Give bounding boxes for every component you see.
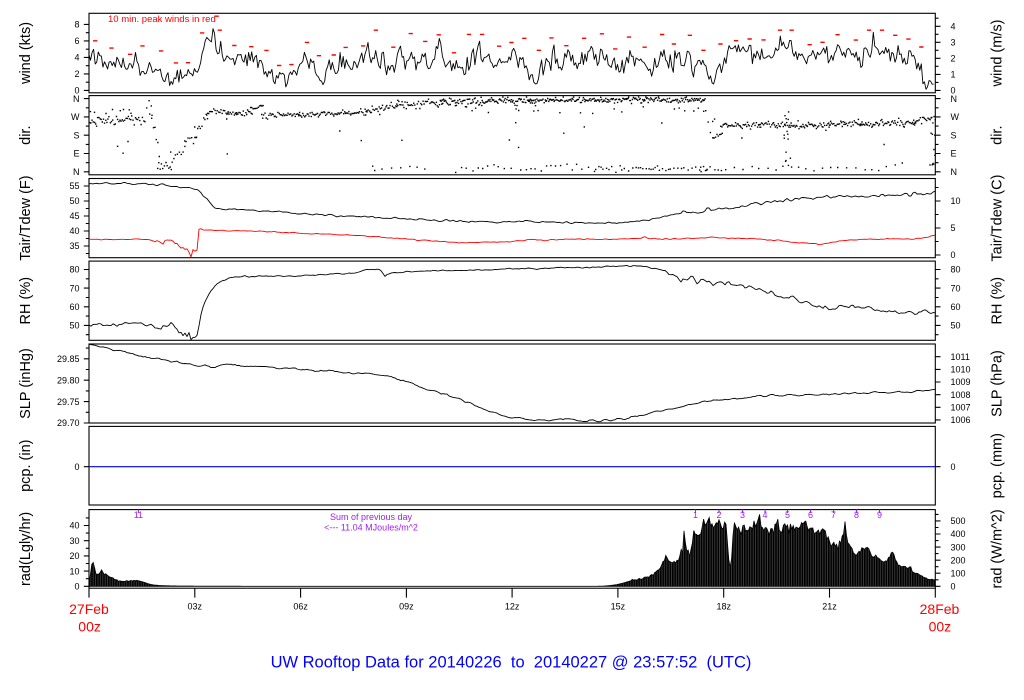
svg-text:Tair/Tdew (F): Tair/Tdew (F)	[18, 175, 34, 260]
svg-text:Tair/Tdew (C): Tair/Tdew (C)	[990, 175, 1006, 262]
svg-text:S: S	[951, 130, 957, 140]
svg-text:pcp. (in): pcp. (in)	[18, 440, 34, 492]
svg-text:S: S	[73, 130, 79, 140]
svg-text:21z: 21z	[822, 602, 837, 612]
svg-text:00z: 00z	[929, 619, 952, 635]
svg-text:dir.: dir.	[990, 126, 1006, 145]
svg-text:1007: 1007	[951, 403, 971, 413]
svg-text:29.75: 29.75	[57, 397, 80, 407]
svg-text:RH (%): RH (%)	[18, 277, 34, 325]
svg-text:0: 0	[74, 462, 79, 472]
svg-text:3: 3	[740, 510, 745, 520]
svg-text:300: 300	[951, 542, 966, 552]
svg-text:10: 10	[69, 566, 79, 576]
svg-text:400: 400	[951, 529, 966, 539]
svg-text:UW Rooftop Data for 20140226: UW Rooftop Data for 20140226 to 20140227…	[271, 653, 752, 671]
svg-text:SLP (hPa): SLP (hPa)	[990, 350, 1006, 417]
svg-text:28Feb: 28Feb	[920, 601, 960, 617]
svg-text:500: 500	[951, 516, 966, 526]
svg-text:10 min. peak winds in red: 10 min. peak winds in red	[108, 14, 216, 25]
svg-text:5: 5	[785, 510, 790, 520]
svg-text:80: 80	[69, 265, 79, 275]
svg-text:Sum of previous day: Sum of previous day	[330, 512, 413, 522]
svg-text:45: 45	[69, 211, 79, 221]
svg-text:40: 40	[69, 226, 79, 236]
svg-text:15z: 15z	[611, 602, 626, 612]
svg-text:3: 3	[951, 38, 956, 48]
svg-text:2: 2	[716, 510, 721, 520]
svg-text:N: N	[73, 167, 80, 177]
svg-text:29.70: 29.70	[57, 418, 80, 428]
svg-text:4: 4	[74, 53, 79, 63]
svg-text:1008: 1008	[951, 390, 971, 400]
svg-text:0: 0	[951, 582, 956, 592]
svg-text:dir.: dir.	[18, 126, 34, 145]
svg-text:2: 2	[74, 69, 79, 79]
svg-text:60: 60	[951, 302, 961, 312]
svg-text:60: 60	[69, 302, 79, 312]
svg-text:N: N	[951, 94, 958, 104]
svg-text:pcp. (mm): pcp. (mm)	[990, 433, 1006, 498]
svg-text:wind (kts): wind (kts)	[18, 22, 34, 85]
svg-text:2: 2	[951, 54, 956, 64]
svg-text:wind (m/s): wind (m/s)	[990, 20, 1006, 88]
svg-text:10: 10	[951, 196, 961, 206]
svg-text:00z: 00z	[78, 619, 101, 635]
svg-text:40: 40	[69, 521, 79, 531]
svg-text:50: 50	[69, 196, 79, 206]
svg-text:70: 70	[951, 283, 961, 293]
svg-text:RH (%): RH (%)	[990, 277, 1006, 325]
svg-text:rad (W/m^2): rad (W/m^2)	[990, 509, 1006, 588]
svg-text:29.85: 29.85	[57, 354, 80, 364]
svg-text:09z: 09z	[399, 602, 414, 612]
svg-text:N: N	[73, 94, 80, 104]
svg-text:4: 4	[951, 22, 956, 32]
svg-text:20: 20	[69, 551, 79, 561]
svg-text:55: 55	[69, 181, 79, 191]
svg-text:6: 6	[808, 510, 813, 520]
svg-text:100: 100	[951, 568, 966, 578]
svg-text:50: 50	[69, 321, 79, 331]
svg-text:E: E	[73, 149, 79, 159]
svg-text:6: 6	[74, 36, 79, 46]
svg-text:70: 70	[69, 283, 79, 293]
svg-text:E: E	[951, 149, 957, 159]
svg-text:<--- 11.04 MJoules/m^2: <--- 11.04 MJoules/m^2	[324, 523, 418, 533]
svg-text:W: W	[71, 112, 80, 122]
svg-text:4: 4	[762, 510, 767, 520]
svg-text:30: 30	[69, 536, 79, 546]
svg-text:35: 35	[69, 241, 79, 251]
svg-text:5: 5	[951, 223, 956, 233]
svg-text:0: 0	[951, 250, 956, 260]
svg-text:0: 0	[74, 582, 79, 592]
svg-text:1006: 1006	[951, 415, 971, 425]
svg-text:8: 8	[74, 20, 79, 30]
svg-text:50: 50	[951, 321, 961, 331]
svg-text:1011: 1011	[951, 352, 970, 362]
svg-text:1010: 1010	[951, 365, 971, 375]
svg-text:11: 11	[134, 510, 143, 520]
svg-text:27Feb: 27Feb	[69, 601, 109, 617]
svg-text:03z: 03z	[188, 602, 203, 612]
svg-text:1: 1	[951, 70, 956, 80]
svg-text:W: W	[951, 112, 960, 122]
svg-text:N: N	[951, 167, 958, 177]
svg-text:SLP (inHg): SLP (inHg)	[18, 348, 34, 419]
svg-text:9: 9	[877, 510, 882, 520]
svg-text:12z: 12z	[505, 602, 520, 612]
svg-text:7: 7	[831, 510, 836, 520]
svg-text:rad(Lgly/hr): rad(Lgly/hr)	[18, 512, 34, 586]
svg-text:1009: 1009	[951, 377, 971, 387]
svg-text:18z: 18z	[716, 602, 731, 612]
svg-text:200: 200	[951, 555, 966, 565]
svg-text:8: 8	[854, 510, 859, 520]
svg-text:29.80: 29.80	[57, 375, 80, 385]
svg-text:1: 1	[693, 510, 698, 520]
svg-text:80: 80	[951, 265, 961, 275]
svg-text:0: 0	[951, 462, 956, 472]
svg-text:06z: 06z	[293, 602, 308, 612]
